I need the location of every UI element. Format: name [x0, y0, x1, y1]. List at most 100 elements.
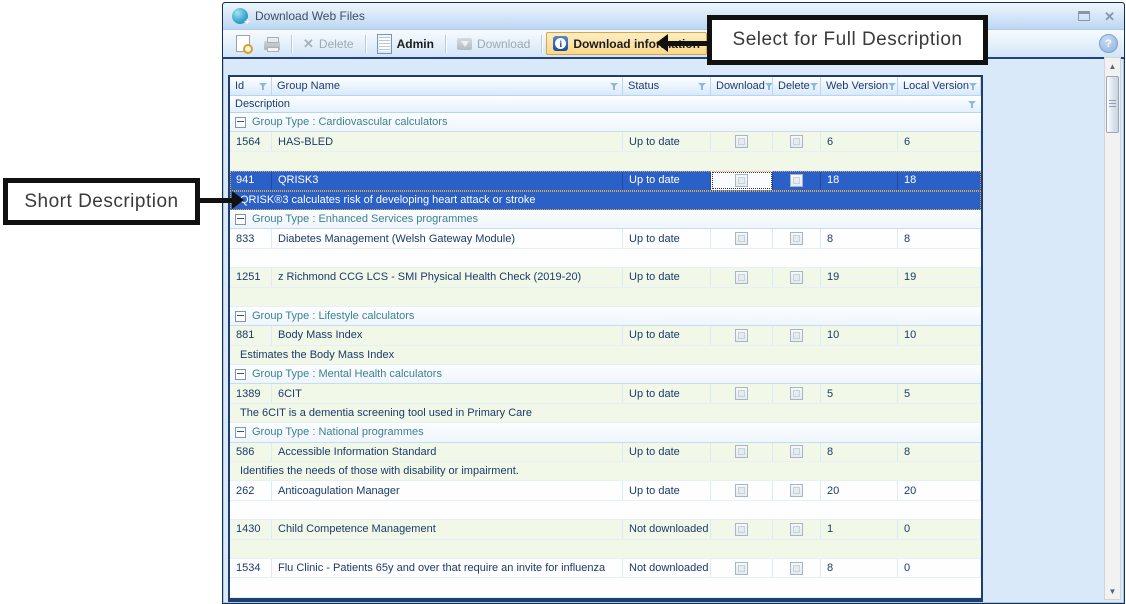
- column-header-label: Status: [628, 80, 659, 92]
- description-row[interactable]: [230, 288, 981, 307]
- local-version-cell: 10: [898, 326, 981, 344]
- delete-cell: [773, 229, 821, 247]
- delete-checkbox[interactable]: [790, 523, 803, 536]
- download-checkbox[interactable]: [735, 445, 748, 458]
- collapse-minus-icon[interactable]: [235, 117, 246, 128]
- group-label: Group Type : Mental Health calculators: [252, 368, 442, 380]
- column-header[interactable]: Delete: [773, 77, 821, 95]
- collapse-minus-icon[interactable]: [235, 369, 246, 380]
- scroll-up-icon[interactable]: ▲: [1105, 58, 1120, 74]
- delete-button[interactable]: ✕ Delete: [296, 33, 361, 55]
- print-preview-button[interactable]: [229, 31, 257, 56]
- group-row[interactable]: Group Type : Lifestyle calculators: [230, 307, 981, 326]
- delete-checkbox[interactable]: [790, 484, 803, 497]
- table-row[interactable]: 1564HAS-BLEDUp to date66: [230, 132, 981, 151]
- table-row[interactable]: 941QRISK3Up to date1818: [230, 171, 981, 190]
- filter-icon[interactable]: [810, 82, 819, 91]
- status-cell: Up to date: [623, 481, 711, 499]
- id-cell: 1430: [230, 520, 272, 538]
- download-cell: [711, 559, 773, 577]
- delete-checkbox[interactable]: [790, 329, 803, 342]
- print-button[interactable]: [257, 34, 287, 54]
- close-icon[interactable]: ✕: [1104, 10, 1115, 23]
- column-header[interactable]: Local Version: [898, 77, 981, 95]
- description-header-row[interactable]: Description: [230, 96, 981, 113]
- group-row[interactable]: Group Type : Mental Health calculators: [230, 365, 981, 384]
- download-checkbox[interactable]: [735, 523, 748, 536]
- delete-checkbox[interactable]: [790, 271, 803, 284]
- column-header[interactable]: Web Version: [821, 77, 898, 95]
- table-row[interactable]: 1251z Richmond CCG LCS - SMI Physical He…: [230, 268, 981, 287]
- minimize-icon[interactable]: [1078, 11, 1090, 21]
- id-cell: 1389: [230, 384, 272, 402]
- admin-button[interactable]: Admin: [370, 30, 441, 58]
- help-question-icon[interactable]: ?: [1099, 34, 1118, 53]
- collapse-minus-icon[interactable]: [235, 427, 246, 438]
- group-name-cell: Body Mass Index: [272, 326, 623, 344]
- table-row[interactable]: 881Body Mass IndexUp to date1010: [230, 326, 981, 345]
- group-label: Group Type : Cardiovascular calculators: [252, 116, 447, 128]
- description-row[interactable]: The 6CIT is a dementia screening tool us…: [230, 404, 981, 423]
- description-row[interactable]: Estimates the Body Mass Index: [230, 346, 981, 365]
- status-cell: Up to date: [623, 132, 711, 150]
- download-checkbox[interactable]: [735, 562, 748, 575]
- delete-checkbox[interactable]: [790, 562, 803, 575]
- delete-cell: [773, 268, 821, 286]
- column-header[interactable]: Status: [623, 77, 711, 95]
- scroll-down-icon[interactable]: ▼: [1105, 583, 1120, 599]
- vertical-scrollbar[interactable]: ▲ ▼: [1104, 57, 1121, 600]
- filter-icon[interactable]: [888, 82, 897, 91]
- filter-icon[interactable]: [610, 82, 619, 91]
- download-checkbox[interactable]: [735, 484, 748, 497]
- column-header[interactable]: Group Name: [272, 77, 623, 95]
- delete-checkbox[interactable]: [790, 174, 803, 187]
- group-row[interactable]: Group Type : National programmes: [230, 423, 981, 442]
- table-row[interactable]: 1534Flu Clinic - Patients 65y and over t…: [230, 559, 981, 578]
- group-row[interactable]: Group Type : Cardiovascular calculators: [230, 113, 981, 132]
- column-header[interactable]: Download: [711, 77, 773, 95]
- table-row[interactable]: 13896CITUp to date55: [230, 384, 981, 403]
- download-checkbox[interactable]: [735, 271, 748, 284]
- filter-icon[interactable]: [765, 82, 773, 91]
- table-row[interactable]: 1430Child Competence ManagementNot downl…: [230, 520, 981, 539]
- table-row[interactable]: 586Accessible Information StandardUp to …: [230, 443, 981, 462]
- web-version-cell: 20: [821, 481, 898, 499]
- download-cell: [711, 384, 773, 402]
- callout-arrow-line: [668, 41, 707, 46]
- delete-checkbox[interactable]: [790, 445, 803, 458]
- description-row[interactable]: QRISK®3 calculates risk of developing he…: [230, 191, 981, 210]
- filter-icon[interactable]: [259, 82, 268, 91]
- download-cell: [711, 326, 773, 344]
- web-version-cell: 5: [821, 384, 898, 402]
- table-row[interactable]: 262Anticoagulation ManagerUp to date2020: [230, 481, 981, 500]
- printer-icon: [264, 41, 280, 50]
- download-checkbox[interactable]: [735, 232, 748, 245]
- description-row[interactable]: [230, 152, 981, 171]
- description-row[interactable]: [230, 249, 981, 268]
- download-checkbox[interactable]: [735, 135, 748, 148]
- delete-checkbox[interactable]: [790, 387, 803, 400]
- group-row[interactable]: Group Type : Enhanced Services programme…: [230, 210, 981, 229]
- download-button-label: Download: [477, 37, 530, 51]
- description-row[interactable]: [230, 540, 981, 559]
- download-checkbox[interactable]: [735, 174, 748, 187]
- collapse-minus-icon[interactable]: [235, 311, 246, 322]
- filter-icon[interactable]: [969, 82, 978, 91]
- status-cell: Up to date: [623, 171, 711, 189]
- collapse-minus-icon[interactable]: [235, 214, 246, 225]
- download-button[interactable]: Download: [450, 33, 537, 55]
- download-checkbox[interactable]: [735, 387, 748, 400]
- description-row[interactable]: Identifies the needs of those with disab…: [230, 462, 981, 481]
- description-row[interactable]: [230, 501, 981, 520]
- column-header[interactable]: Id: [230, 77, 272, 95]
- download-checkbox[interactable]: [735, 329, 748, 342]
- delete-checkbox[interactable]: [790, 232, 803, 245]
- group-name-cell: Accessible Information Standard: [272, 443, 623, 461]
- delete-checkbox[interactable]: [790, 135, 803, 148]
- description-row[interactable]: [230, 578, 981, 597]
- table-row[interactable]: 833Diabetes Management (Welsh Gateway Mo…: [230, 229, 981, 248]
- web-version-cell: 6: [821, 132, 898, 150]
- filter-icon[interactable]: [968, 100, 977, 109]
- filter-icon[interactable]: [698, 82, 707, 91]
- scrollbar-thumb[interactable]: [1106, 76, 1119, 133]
